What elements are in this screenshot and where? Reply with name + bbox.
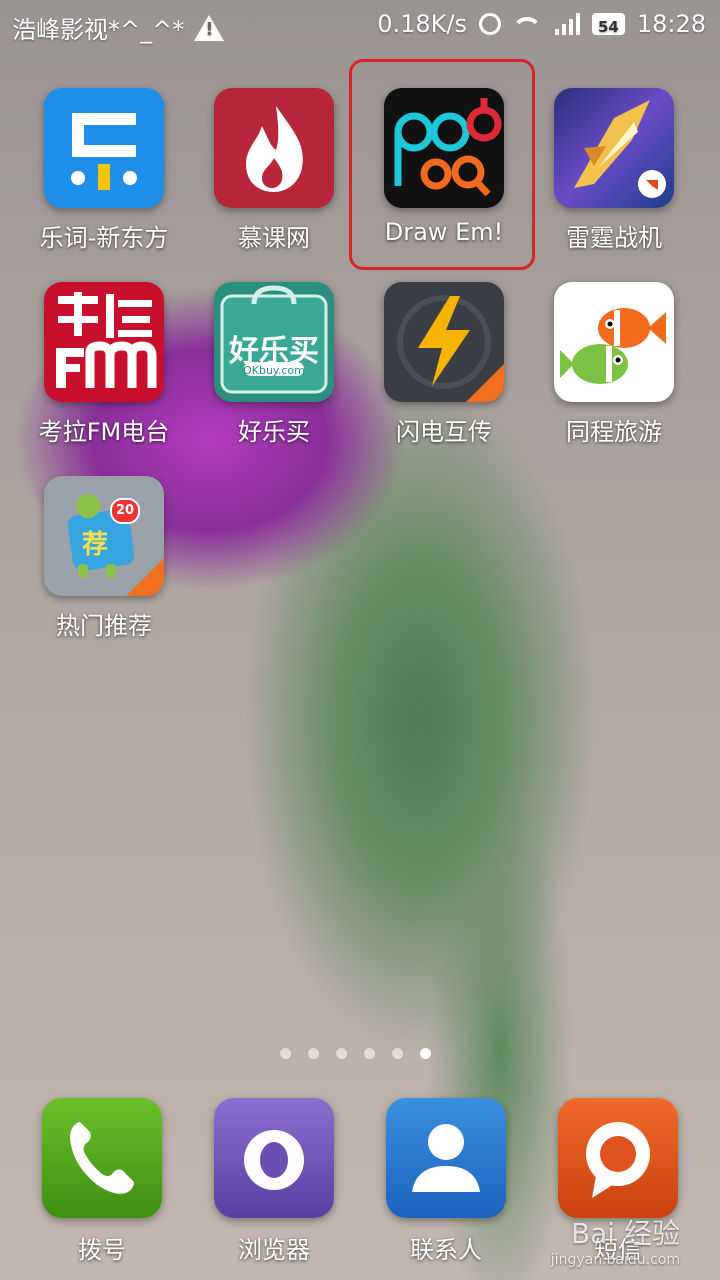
app-label: 考拉FM电台 — [38, 418, 170, 446]
app-label: 联系人 — [410, 1236, 482, 1264]
app-thunder-fighter[interactable]: 雷霆战机 — [529, 88, 699, 253]
phone-icon — [42, 1098, 162, 1218]
recommend-icon: 荐 20 — [44, 476, 164, 596]
page-dot-active[interactable] — [420, 1048, 431, 1059]
clock: 18:28 — [636, 10, 706, 38]
koala-fm-icon — [44, 282, 164, 402]
carrier-label: 浩峰影视*^_^* — [12, 16, 185, 44]
app-lightning-transfer[interactable]: 闪电互传 — [359, 282, 529, 447]
alarm-icon — [478, 13, 501, 35]
page-dot[interactable] — [364, 1048, 375, 1059]
page-indicator[interactable] — [280, 1048, 431, 1059]
dock-browser[interactable]: 浏览器 — [189, 1098, 359, 1265]
page-dot[interactable] — [280, 1048, 291, 1059]
app-koala-fm[interactable]: 考拉FM电台 — [19, 282, 189, 447]
watermark-brand: Bai 经验 — [570, 1217, 680, 1250]
app-okbuy[interactable]: 好乐买 OKbuy.com 好乐买 — [189, 282, 359, 447]
dock-phone[interactable]: 拨号 — [17, 1098, 187, 1265]
shopping-bag-icon: 好乐买 OKbuy.com — [214, 282, 334, 402]
contact-icon — [386, 1098, 506, 1218]
app-recommend[interactable]: 荐 20 热门推荐 — [19, 476, 189, 641]
app-tongcheng[interactable]: 同程旅游 — [529, 282, 699, 447]
app-label: 同程旅游 — [566, 418, 662, 446]
app-leci[interactable]: 乐词-新东方 — [19, 88, 189, 253]
leci-icon — [44, 88, 164, 208]
app-label: 闪电互传 — [396, 418, 492, 446]
lightning-icon — [384, 282, 504, 402]
flame-icon — [214, 88, 334, 208]
app-label: 乐词-新东方 — [39, 224, 169, 252]
fish-icon — [554, 282, 674, 402]
app-label: 拨号 — [78, 1236, 126, 1264]
app-label: 好乐买 — [238, 418, 310, 446]
page-dot[interactable] — [336, 1048, 347, 1059]
app-label: 热门推荐 — [56, 612, 152, 640]
page-dot[interactable] — [308, 1048, 319, 1059]
selection-highlight — [349, 59, 535, 270]
app-label: 浏览器 — [238, 1236, 310, 1264]
battery-icon: 54 — [591, 13, 625, 36]
browser-icon — [214, 1098, 334, 1218]
status-bar: 浩峰影视*^_^* 0.18K/s 54 18:28 — [0, 0, 720, 52]
watermark: Bai 经验 jingyan.baidu.com — [551, 1212, 680, 1268]
app-label: 雷霆战机 — [566, 224, 662, 252]
network-speed: 0.18K/s — [377, 10, 467, 38]
wifi-icon — [513, 13, 543, 35]
watermark-url: jingyan.baidu.com — [550, 1252, 680, 1268]
warning-icon — [194, 14, 225, 41]
fighter-jet-icon — [554, 88, 674, 208]
notification-badge: 20 — [110, 498, 140, 524]
page-dot[interactable] — [392, 1048, 403, 1059]
message-icon — [558, 1098, 678, 1218]
app-label: 慕课网 — [238, 224, 310, 252]
signal-icon — [554, 13, 580, 35]
app-imooc[interactable]: 慕课网 — [189, 88, 359, 253]
dock-contacts[interactable]: 联系人 — [361, 1098, 531, 1265]
